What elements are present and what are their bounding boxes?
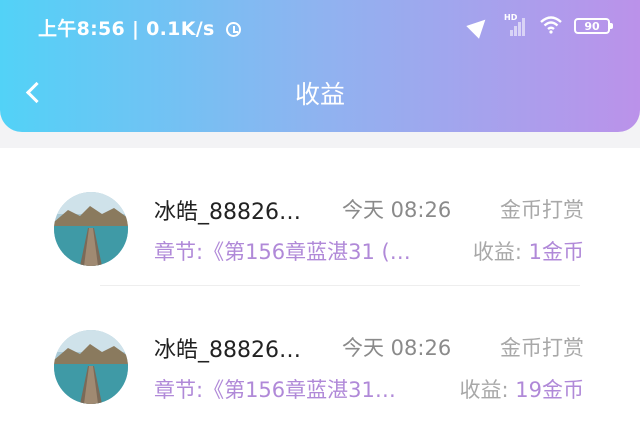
earnings-label: 收益: [459,378,509,402]
earnings: 收益: 19金币 [460,374,585,404]
earnings-label: 收益: [472,240,522,264]
user-name: 冰皓_88826… [154,200,301,225]
location-icon [466,13,492,39]
chapter-title: 章节:《第156章蓝湛31 (… [154,240,411,264]
reward-type: 金币打赏 [500,336,584,360]
list-item[interactable]: 冰皓_88826… 今天 08:26 金币打赏 章节:《第156章蓝湛31… 收… [0,308,640,428]
row-divider [100,285,580,286]
signal-icon: HD [504,13,526,36]
network-speed: 0.1K/s [146,18,215,40]
chapter-title: 章节:《第156章蓝湛31… [154,378,396,402]
avatar [54,330,128,404]
reward-type: 金币打赏 [500,198,584,222]
status-separator: | [131,18,147,40]
page-title: 收益 [294,80,345,109]
record-time: 今天 08:26 [342,198,452,222]
earnings-value: 19金币 [515,378,584,402]
record-time: 今天 08:26 [342,336,452,360]
battery-level: 90 [584,19,600,33]
earnings: 收益: 1金币 [473,236,584,266]
status-left: 上午8:56 | 0.1K/s [38,14,241,41]
battery-icon: 90 [574,18,613,34]
header-bar: 上午8:56 | 0.1K/s HD 90 收益 [0,0,640,132]
user-name: 冰皓_88826… [154,338,301,363]
alarm-icon [225,22,241,37]
earnings-value: 1金币 [528,240,584,264]
wifi-icon [540,15,562,37]
hd-label: HD [504,13,518,22]
status-time: 上午8:56 [38,18,126,40]
list-item[interactable]: 冰皓_88826… 今天 08:26 金币打赏 章节:《第156章蓝湛31 (…… [0,170,640,290]
avatar [54,192,128,266]
status-bar: 上午8:56 | 0.1K/s HD 90 [0,0,640,54]
status-right: HD 90 [466,13,613,39]
